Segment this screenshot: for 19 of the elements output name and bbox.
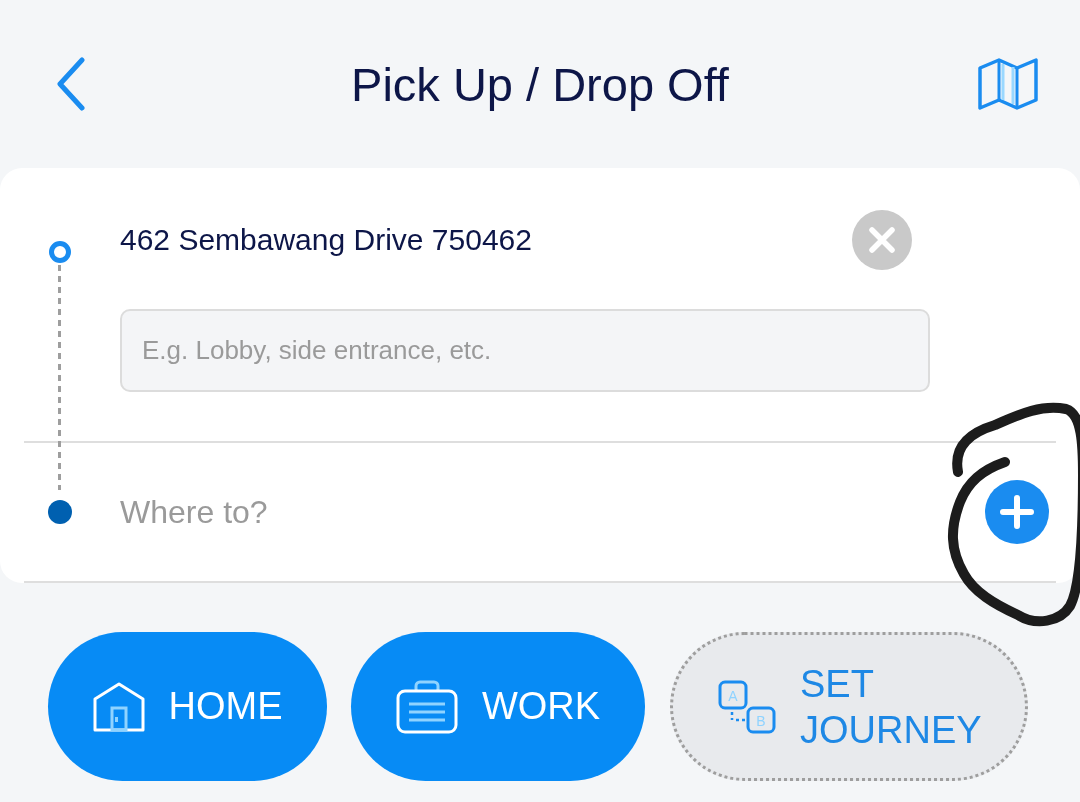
work-button[interactable]: WORK (351, 632, 645, 781)
folded-map-icon (978, 58, 1038, 110)
pickup-address[interactable]: 462 Sembawang Drive 750462 (120, 223, 852, 257)
map-button[interactable] (978, 58, 1038, 110)
briefcase-icon (395, 679, 458, 734)
back-button[interactable] (56, 57, 86, 111)
house-icon (92, 681, 145, 732)
add-stop-button[interactable] (985, 480, 1049, 544)
set-journey-button[interactable]: A B SET JOURNEY (670, 632, 1028, 781)
origin-ring-icon (49, 241, 71, 263)
destination-dot-icon (48, 500, 72, 524)
clear-button[interactable] (852, 210, 912, 270)
destination-field[interactable]: Where to? (120, 487, 945, 537)
back-chevron-icon (56, 57, 86, 111)
pickup-note-field[interactable]: E.g. Lobby, side entrance, etc. (120, 309, 930, 392)
page-title: Pick Up / Drop Off (351, 56, 729, 112)
close-icon (852, 210, 912, 270)
plus-icon (985, 480, 1049, 544)
home-button[interactable]: HOME (48, 632, 327, 781)
